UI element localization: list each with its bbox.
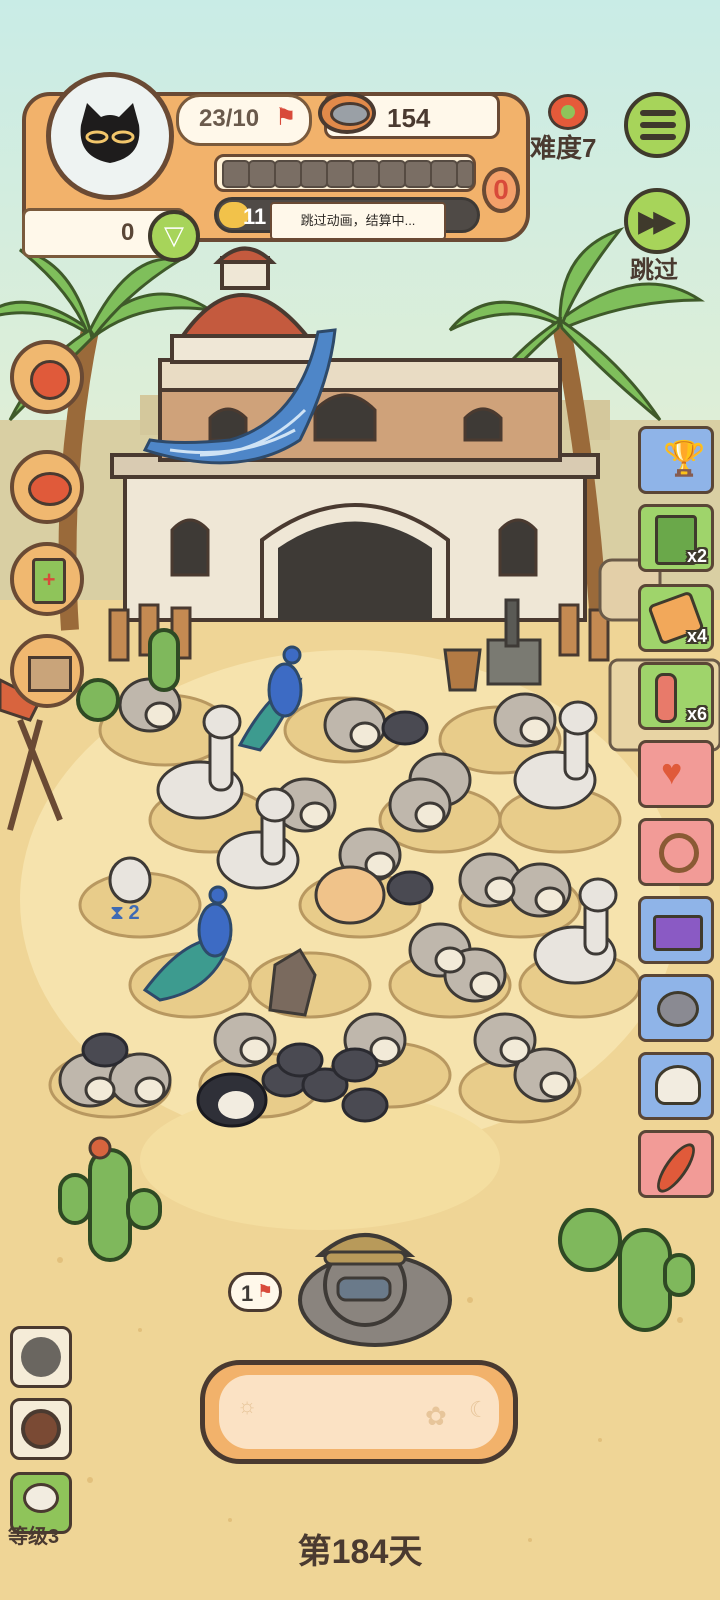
ranger-flag-count: 1: [241, 1281, 254, 1306]
progress-segment: [222, 160, 250, 188]
moon-icon: ☾: [469, 1397, 489, 1422]
medkit-icon: +: [32, 558, 66, 604]
paw-print-icon: ✿: [425, 1401, 447, 1431]
reward-badge[interactable]: 0: [482, 167, 520, 213]
food-bowl-icon: [28, 472, 72, 506]
progress-segment: [430, 160, 458, 188]
action-plate[interactable]: ✿ ☼ ☾: [200, 1360, 518, 1464]
progress-segment: [248, 160, 276, 188]
food-bowl-button[interactable]: [10, 450, 84, 524]
ticket-item[interactable]: x4: [638, 584, 714, 652]
worms-icon: [655, 673, 677, 723]
card-item[interactable]: [638, 896, 714, 964]
progress-segment: [326, 160, 354, 188]
heart-gem-icon[interactable]: ▽: [148, 210, 200, 262]
rope-icon: [659, 833, 699, 873]
gift-icon: ♥: [661, 751, 683, 792]
feather-icon: [650, 1137, 702, 1199]
worms-item[interactable]: x6: [638, 662, 714, 730]
hamster: [314, 865, 386, 925]
box-icon: [28, 656, 72, 692]
player-avatar[interactable]: [46, 72, 174, 200]
progress-segment: [404, 160, 432, 188]
red-flag-icon: ⚑: [257, 1281, 274, 1301]
cat-face-icon: [30, 360, 70, 400]
reward-badge-count: 0: [493, 174, 509, 205]
wool-hat-icon: [655, 1065, 701, 1105]
wool-hat-item[interactable]: [638, 1052, 714, 1120]
card-icon: [653, 915, 703, 951]
progress-segment: [378, 160, 406, 188]
gift-item[interactable]: ♥: [638, 740, 714, 808]
difficulty-flower-icon: [548, 94, 588, 130]
frog-icon: [23, 1483, 59, 1513]
progress-segment: [300, 160, 328, 188]
cookie-card-item[interactable]: x2: [638, 504, 714, 572]
xp-value: 11: [243, 204, 267, 229]
progress-segment: [352, 160, 380, 188]
coconut-button[interactable]: [10, 1398, 72, 1460]
food-count: 154: [387, 103, 431, 133]
progress-segment: [456, 160, 474, 188]
hourglass-count: 2: [128, 902, 140, 924]
cat-in-pen: [108, 856, 152, 904]
ranger-speech-bubble[interactable]: 1 ⚑: [228, 1272, 282, 1312]
box-button[interactable]: [10, 634, 84, 708]
medkit-button[interactable]: +: [10, 542, 84, 616]
feather-item[interactable]: [638, 1130, 714, 1199]
cat-food-can-icon: [318, 92, 376, 134]
coconut-icon: [21, 1409, 61, 1449]
progress-segment: [274, 160, 302, 188]
coin-count: 0: [121, 219, 135, 246]
cat-face-button[interactable]: [10, 340, 84, 414]
day-label: 第184天: [297, 1533, 423, 1571]
trophy-item[interactable]: 🏆: [638, 426, 714, 494]
flag-counter: 23/10 ⚑: [176, 94, 312, 146]
black-cat-icon: [80, 103, 140, 163]
menu-button[interactable]: [624, 92, 690, 158]
difficulty-label: 难度7: [530, 133, 597, 163]
skip-button[interactable]: ▶▶: [624, 188, 690, 254]
toast-message: 跳过动画，结算中...: [270, 202, 446, 240]
flag-count: 23/10: [199, 105, 260, 132]
rope-item[interactable]: [638, 818, 714, 886]
fast-forward-icon: ▶▶: [638, 205, 676, 238]
cat-silhouette-icon: [21, 1337, 61, 1377]
red-flag-icon: ⚑: [275, 104, 297, 131]
skip-label[interactable]: 跳过: [630, 250, 678, 285]
mouse-icon: [657, 991, 699, 1027]
mouse-item[interactable]: [638, 974, 714, 1042]
sun-icon: ☼: [237, 1393, 258, 1418]
trophy-icon: 🏆: [663, 440, 706, 478]
hourglass-indicator: ⧗ 2: [110, 902, 140, 925]
menu-icon: [640, 110, 676, 140]
cat-silhouette-button[interactable]: [10, 1326, 72, 1388]
hourglass-icon: ⧗: [110, 902, 125, 924]
